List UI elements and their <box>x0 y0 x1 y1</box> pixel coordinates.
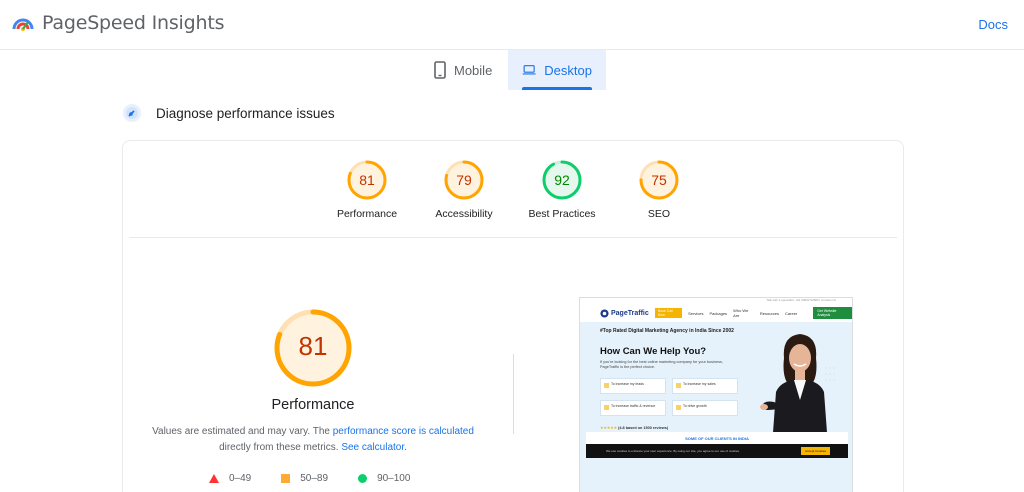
device-tabs: Mobile Desktop <box>0 50 1024 90</box>
top-bar: PageSpeed Insights Docs <box>0 0 1024 50</box>
desc-middle: directly from these metrics. <box>219 442 342 453</box>
gauge-performance-value: 81 <box>359 172 375 188</box>
shot-title: How Can We Help You? <box>600 346 707 357</box>
pass-circle-icon <box>358 474 368 483</box>
shot-badge: Book Call Now <box>654 308 683 318</box>
shot-nav-item: Who We Are <box>733 308 749 318</box>
shot-card: To increase my sales <box>672 378 738 394</box>
gauge-accessibility-label: Accessibility <box>435 208 493 220</box>
legend-fail-range: 0–49 <box>229 473 252 484</box>
woman-photo-illustration <box>760 334 835 446</box>
tab-mobile-label: Mobile <box>454 62 493 78</box>
laptop-icon <box>522 65 536 75</box>
performance-big-label: Performance <box>271 397 355 413</box>
psi-logo[interactable]: PageSpeed Insights <box>12 12 224 34</box>
pagetraffic-logo-text: PageTraffic <box>611 309 649 317</box>
phone-icon <box>434 61 446 79</box>
gauge-best-practices-label: Best Practices <box>528 208 596 220</box>
gauge-best-practices[interactable]: 92 Best Practices <box>507 159 617 220</box>
performance-big-value: 81 <box>298 331 328 361</box>
page-screenshot: Talk with a specialist: +91 99992 93882 … <box>579 297 853 492</box>
report-panel: 81 Performance 79 Accessibility 92 Best … <box>122 140 904 492</box>
shot-nav-item: Resources <box>759 310 780 316</box>
gauge-performance-label: Performance <box>336 208 398 220</box>
gauge-performance[interactable]: 81 Performance <box>312 159 422 220</box>
tab-desktop[interactable]: Desktop <box>508 50 606 90</box>
gauges-divider <box>129 237 897 238</box>
app-title: PageSpeed Insights <box>42 12 225 34</box>
shot-card: To increase my leads <box>600 378 666 394</box>
legend-pass-range: 90–100 <box>377 473 411 484</box>
tab-desktop-label: Desktop <box>544 62 592 78</box>
gauge-seo-value: 75 <box>651 172 667 188</box>
see-calculator-link[interactable]: See calculator. <box>341 442 407 453</box>
gauge-best-practices-value: 92 <box>554 172 570 188</box>
shot-sub: If you're looking for the best online ma… <box>600 360 723 369</box>
docs-link[interactable]: Docs <box>978 17 1008 32</box>
shot-card: To increase traffic & revenue <box>600 400 666 416</box>
diagnose-title: Diagnose performance issues <box>156 105 335 121</box>
gauge-accessibility[interactable]: 79 Accessibility <box>409 159 519 220</box>
performance-big-gauge: 81 <box>271 306 355 395</box>
pagetraffic-logo: PageTraffic <box>600 308 649 318</box>
gauge-seo[interactable]: 75 SEO <box>604 159 714 220</box>
shot-cookie-button: Accept Cookies <box>801 447 830 455</box>
legend-fail: 0–49 <box>209 473 251 484</box>
desc-prefix: Values are estimated and may vary. The <box>152 426 333 437</box>
score-calculated-link[interactable]: performance score is calculated <box>333 426 474 437</box>
shot-nav-item: Career <box>785 310 798 316</box>
pagespeed-logo-icon <box>12 18 34 31</box>
legend-average: 50–89 <box>281 473 328 484</box>
shot-cookie-bar: We use cookies to enhance your user expe… <box>586 444 848 458</box>
shot-rating: ★★★★★ (4.8 based on 1500 reviews) <box>600 425 668 430</box>
gauge-accessibility-value: 79 <box>456 172 472 188</box>
shot-hero: #Top Rated Digital Marketing Agency in I… <box>580 322 852 492</box>
performance-description: Values are estimated and may vary. The p… <box>143 424 483 456</box>
shot-kicker: #Top Rated Digital Marketing Agency in I… <box>600 328 734 334</box>
average-square-icon <box>281 474 291 483</box>
shot-cta: Get Website Analysis <box>813 307 852 319</box>
shot-card: To drive growth <box>672 400 738 416</box>
shot-nav-item: Services <box>688 310 704 316</box>
tab-mobile[interactable]: Mobile <box>420 50 508 90</box>
shot-nav-item: Packages <box>709 310 728 316</box>
shot-nav: PageTraffic Book Call Now Services Packa… <box>580 305 852 321</box>
shot-clients-heading: SOME OF OUR CLIENTS IN INDIA <box>586 432 848 444</box>
shot-stars: ★★★★★ <box>600 426 618 430</box>
fail-triangle-icon <box>209 474 219 483</box>
shot-top-bar: Talk with a specialist: +91 99992 93882 … <box>766 298 836 302</box>
diagnose-icon <box>123 104 141 122</box>
score-gauges: 81 Performance 79 Accessibility 92 Best … <box>123 159 903 239</box>
legend-average-range: 50–89 <box>300 473 329 484</box>
shot-rating-text: (4.8 based on 1500 reviews) <box>618 426 669 430</box>
diagnose-section-header: Diagnose performance issues <box>122 103 335 123</box>
pagetraffic-logo-icon <box>600 308 609 318</box>
gauge-seo-label: SEO <box>647 208 671 220</box>
legend-pass: 90–100 <box>358 473 410 484</box>
vertical-divider <box>513 354 514 434</box>
score-legend: 0–49 50–89 90–100 <box>209 473 410 484</box>
shot-cookie-text: We use cookies to enhance your user expe… <box>606 449 740 453</box>
